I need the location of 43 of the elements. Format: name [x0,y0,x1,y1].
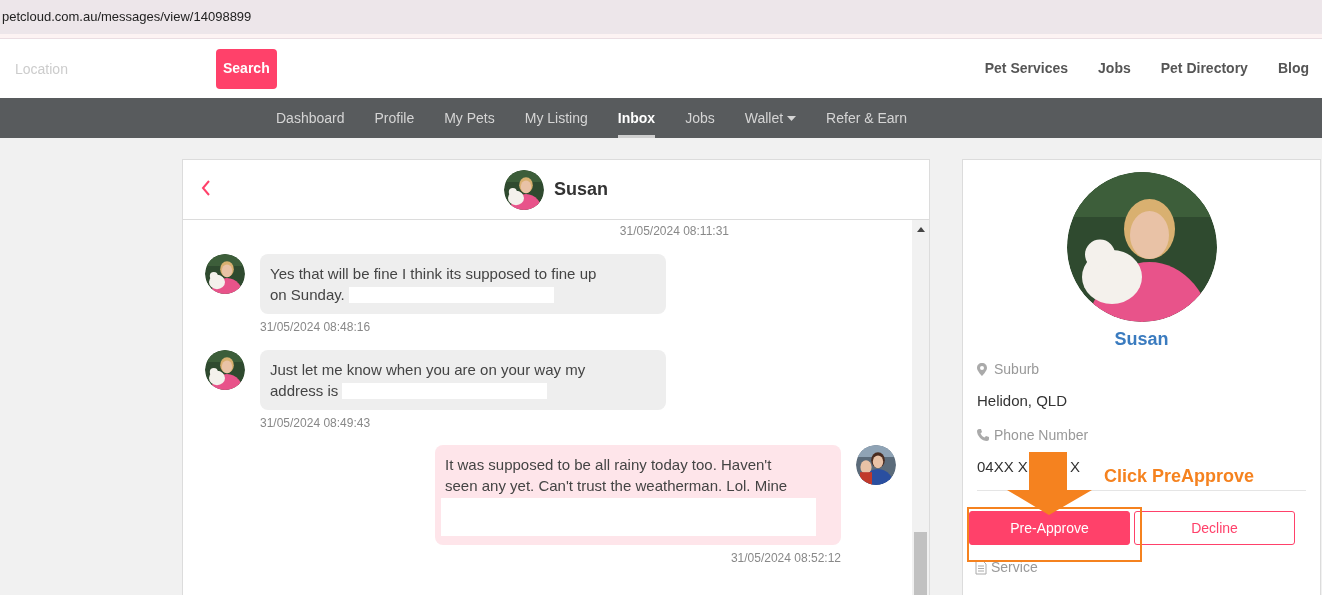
field-value: 04XX X [977,456,1028,477]
header-link[interactable]: Jobs [1098,58,1131,79]
nav-tab[interactable]: Profile [374,98,415,138]
nav-tab[interactable]: My Listing [524,98,588,138]
scrollbar-thumb[interactable] [914,532,927,595]
url-text[interactable]: petcloud.com.au/messages/view/14098899 [2,7,252,27]
nav-tab[interactable]: Refer & Earn [826,98,908,138]
decline-button[interactable]: Decline [1134,511,1295,545]
pre-approve-button[interactable]: Pre-Approve [969,511,1130,545]
message-text: Yes that will be fine I think its supposed to fine up [270,264,597,284]
nav-tab[interactable]: Dashboard [276,98,345,138]
nav-tab[interactable]: Inbox [617,98,656,138]
caret-icon [787,115,797,121]
field-value: X [1069,456,1080,477]
message-text: address is [270,381,339,401]
header-link[interactable]: Pet Directory [1160,58,1248,79]
field-label: Suburb [994,360,1040,379]
document-icon [975,560,987,575]
back-icon [201,180,211,196]
phone-icon [977,428,989,442]
nav-tab[interactable]: Jobs [685,98,715,138]
message-text: on Sunday. [270,285,345,305]
map-pin-icon [977,363,989,376]
nav-tab[interactable]: Wallet [744,98,797,138]
back-button[interactable] [201,180,211,196]
message-text: seen any yet. Can't trust the weatherman. Lol. Mine [445,476,788,496]
nav-tab[interactable]: My Pets [444,98,495,138]
field-value: Helidon, QLD [977,391,1068,411]
contact-name: Susan [554,178,608,201]
timestamp: 31/05/2024 08:52:12 [730,550,841,567]
search-button[interactable]: Search [216,48,277,89]
timestamp: 31/05/2024 08:48:16 [260,319,371,336]
timestamp: 31/05/2024 08:11:31 [619,223,729,240]
header-link[interactable]: Blog [1277,58,1309,79]
header-link[interactable]: Pet Services [984,58,1069,79]
message-text: It was supposed to be all rainy today too. Haven't [445,455,772,475]
callout-text: Click PreApprove [1104,465,1255,488]
field-label: Phone Number [994,425,1089,445]
message-text: Just let me know when you are on your way my [270,360,586,380]
scroll-up-icon [916,227,925,232]
field-label: Service [991,558,1038,577]
profile-name: Susan [1114,328,1169,351]
timestamp: 31/05/2024 08:49:43 [260,415,371,432]
